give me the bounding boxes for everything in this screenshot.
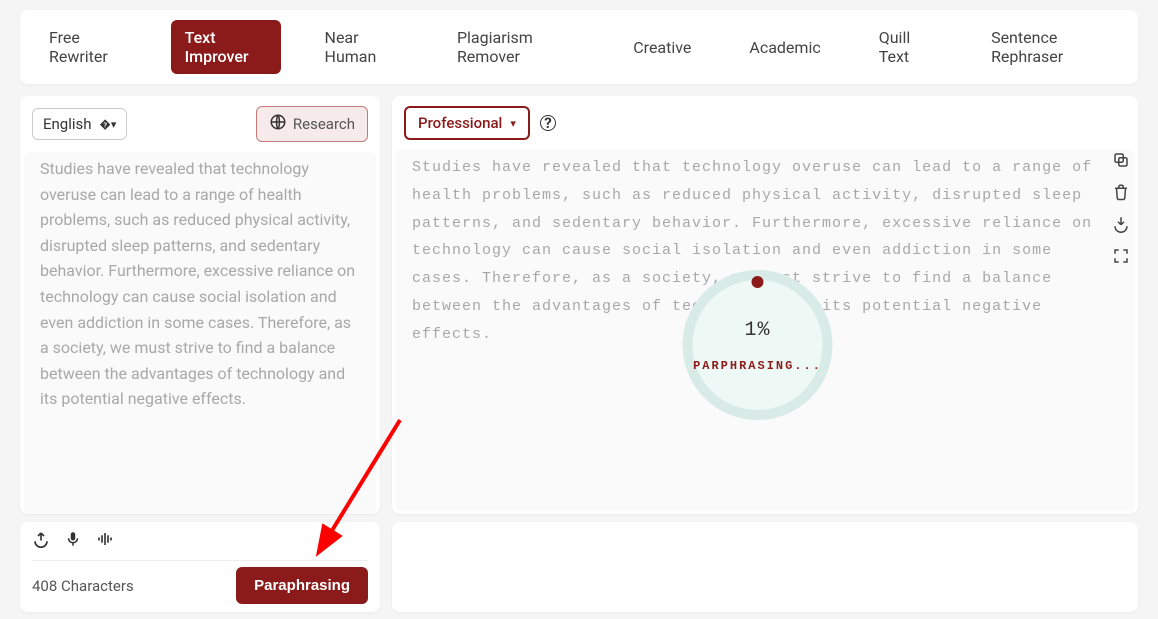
input-tools bbox=[32, 530, 368, 552]
help-icon[interactable]: ? bbox=[540, 115, 556, 131]
output-text: Studies have revealed that technology ov… bbox=[396, 150, 1134, 510]
output-pane-header: Professional ▾ ? bbox=[392, 96, 1138, 150]
spinner-dot-icon bbox=[752, 276, 764, 288]
input-pane: English �▾ Research Studies have reveale… bbox=[20, 96, 380, 514]
trash-icon[interactable] bbox=[1112, 183, 1130, 201]
tab-free-rewriter[interactable]: Free Rewriter bbox=[35, 20, 141, 74]
research-label: Research bbox=[293, 115, 355, 133]
spinner: 1% PARPHRASING... bbox=[683, 270, 833, 420]
tab-sentence-rephraser[interactable]: Sentence Rephraser bbox=[977, 20, 1123, 74]
tab-creative[interactable]: Creative bbox=[619, 30, 705, 65]
tab-near-human[interactable]: Near Human bbox=[311, 20, 413, 74]
research-button[interactable]: Research bbox=[256, 106, 368, 142]
microphone-icon[interactable] bbox=[64, 530, 82, 552]
progress-label: PARPHRASING... bbox=[693, 355, 822, 377]
tab-quill-text[interactable]: Quill Text bbox=[865, 20, 947, 74]
footer-left: 408 Characters Paraphrasing bbox=[20, 522, 380, 612]
style-label: Professional bbox=[418, 114, 502, 132]
footer-right bbox=[392, 522, 1138, 612]
audio-wave-icon[interactable] bbox=[96, 530, 114, 552]
chevron-down-icon: ▾ bbox=[510, 117, 516, 130]
tab-academic[interactable]: Academic bbox=[735, 30, 834, 65]
tab-text-improver[interactable]: Text Improver bbox=[171, 20, 281, 74]
globe-icon bbox=[269, 113, 287, 135]
char-count: 408 Characters bbox=[32, 577, 134, 595]
language-select[interactable]: English �▾ bbox=[32, 108, 127, 140]
mode-tabs: Free Rewriter Text Improver Near Human P… bbox=[20, 10, 1138, 84]
fullscreen-icon[interactable] bbox=[1112, 247, 1130, 265]
style-select[interactable]: Professional ▾ bbox=[404, 106, 530, 140]
input-text[interactable]: Studies have revealed that technology ov… bbox=[24, 152, 376, 514]
loading-overlay: 1% PARPHRASING... bbox=[683, 270, 833, 420]
paraphrase-button[interactable]: Paraphrasing bbox=[236, 567, 368, 604]
char-row: 408 Characters Paraphrasing bbox=[32, 560, 368, 604]
output-toolbar bbox=[1112, 151, 1130, 265]
language-label: English bbox=[43, 115, 92, 133]
upload-icon[interactable] bbox=[32, 530, 50, 552]
tab-plagiarism-remover[interactable]: Plagiarism Remover bbox=[443, 20, 589, 74]
copy-icon[interactable] bbox=[1112, 151, 1130, 169]
download-icon[interactable] bbox=[1112, 215, 1130, 233]
input-pane-header: English �▾ Research bbox=[20, 96, 380, 152]
chevron-down-icon: �▾ bbox=[100, 118, 117, 131]
progress-percent: 1% bbox=[744, 312, 770, 349]
output-pane: Professional ▾ ? Studies have revealed t… bbox=[392, 96, 1138, 514]
editor-row: English �▾ Research Studies have reveale… bbox=[20, 96, 1138, 514]
footer-row: 408 Characters Paraphrasing bbox=[20, 522, 1138, 612]
